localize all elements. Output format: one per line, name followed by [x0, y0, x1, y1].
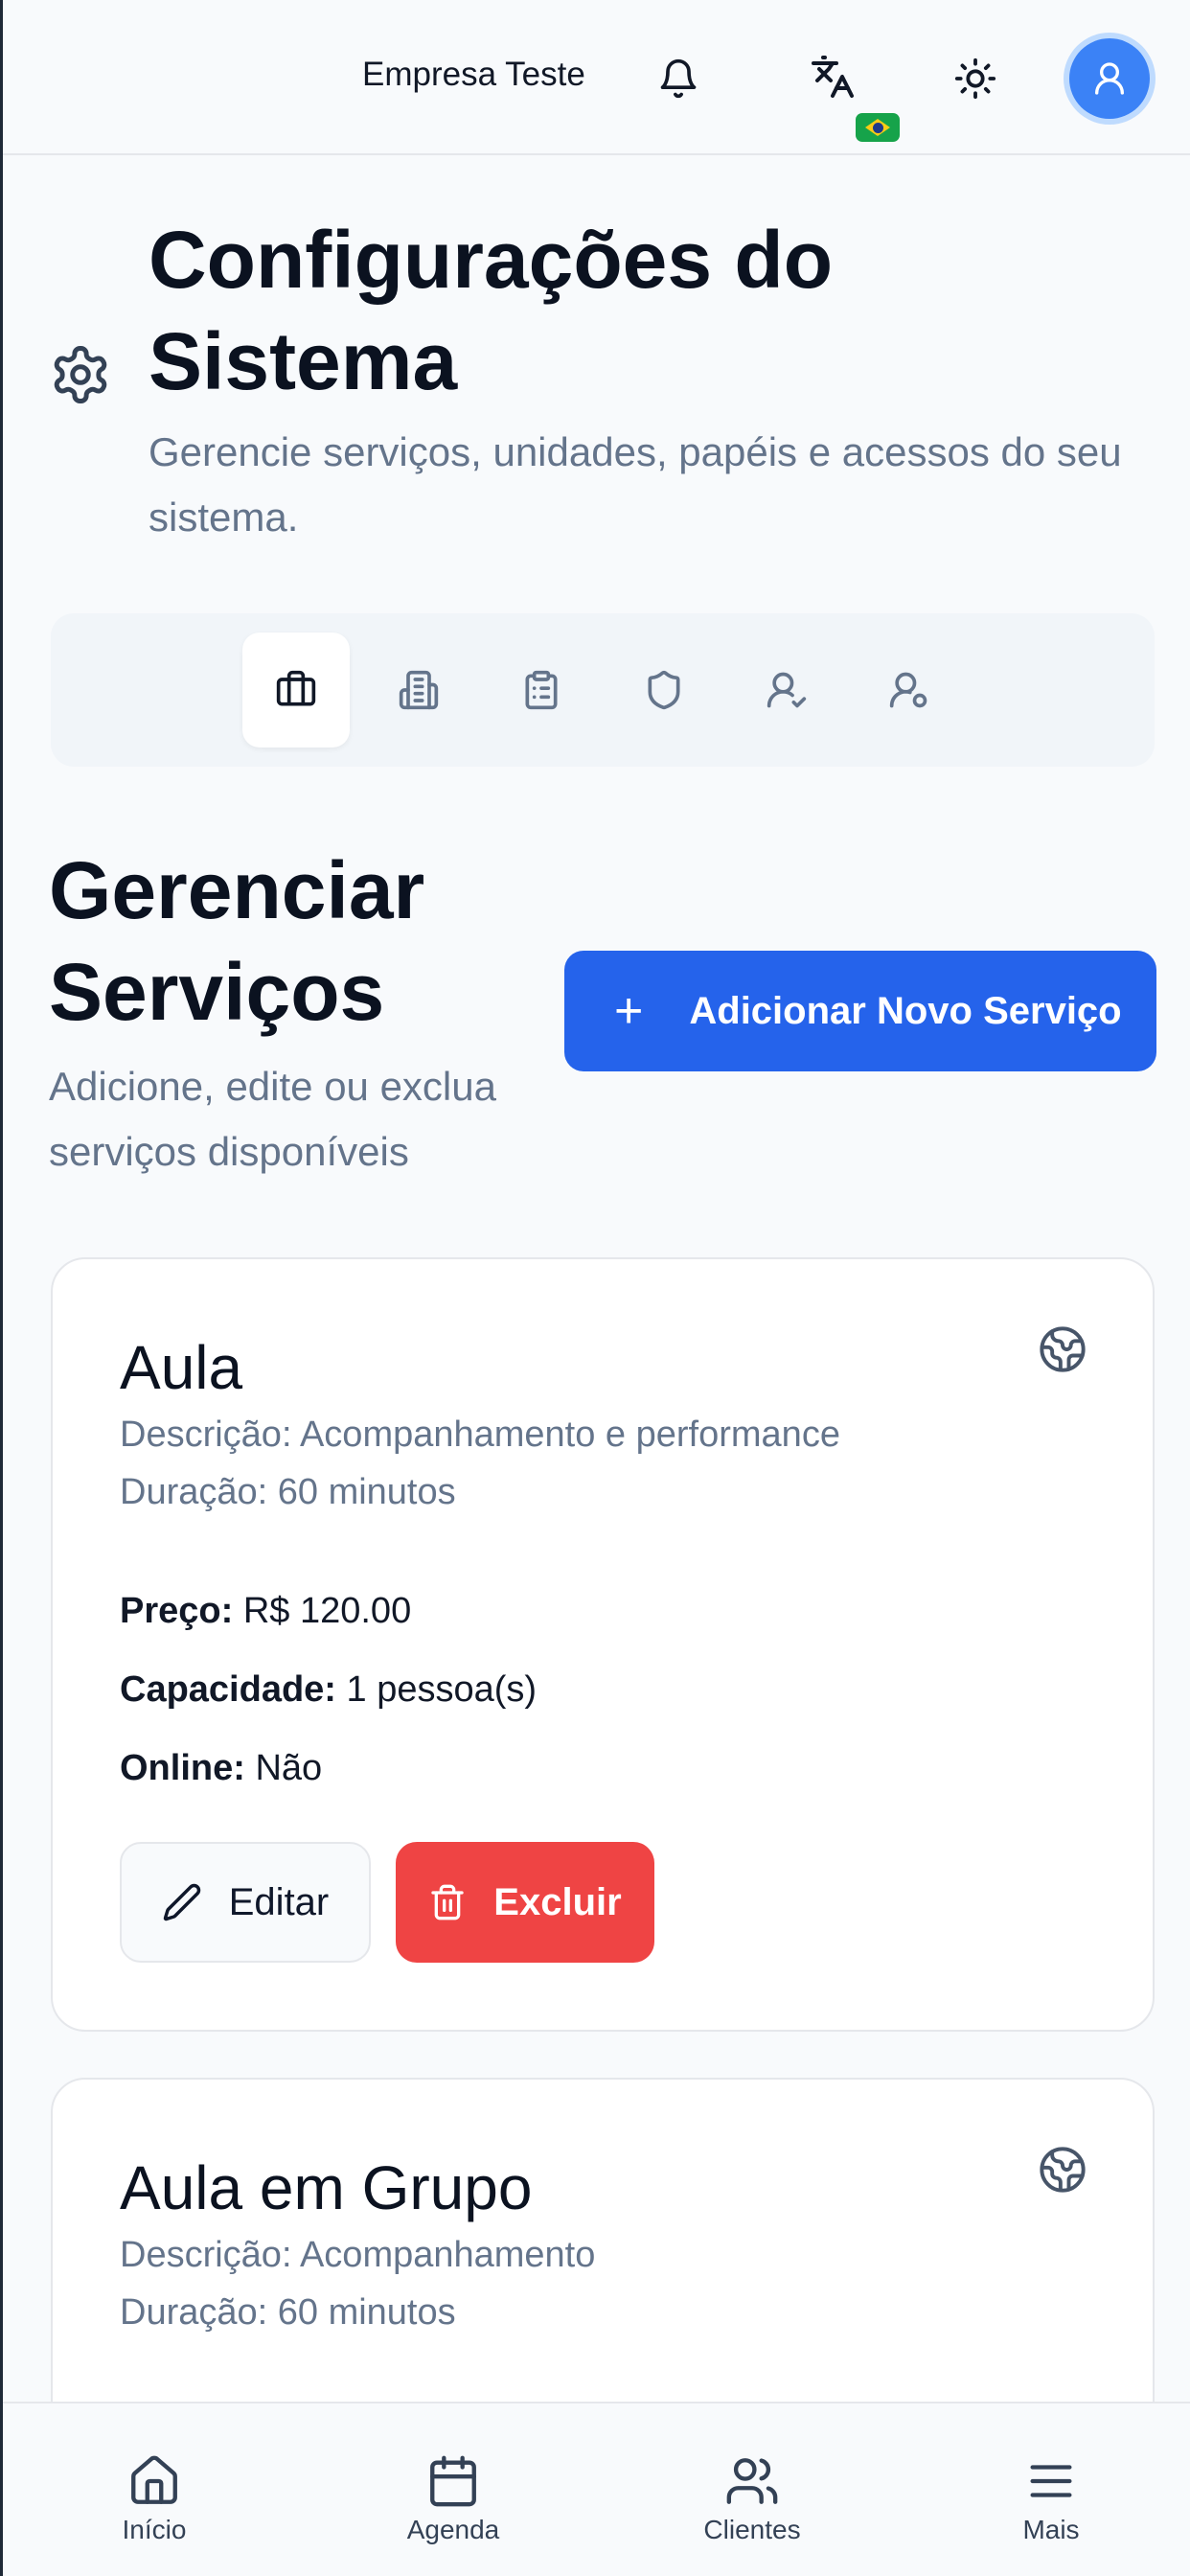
section-title: Gerenciar Serviços	[49, 845, 425, 1037]
users-icon	[726, 2458, 778, 2504]
nav-clients[interactable]: Clientes	[656, 2453, 848, 2545]
theme-toggle-sun-icon[interactable]	[947, 50, 1004, 107]
nav-home[interactable]: Início	[58, 2453, 250, 2545]
home-icon	[131, 2455, 177, 2504]
delete-button[interactable]: Excluir	[396, 1842, 654, 1963]
top-header: Empresa Teste	[3, 0, 1190, 155]
brazil-flag-icon	[856, 113, 900, 142]
service-description: Descrição: Acompanhamento	[120, 2235, 596, 2275]
service-duration: Duração: 60 minutos	[120, 1472, 456, 1512]
settings-tabs	[51, 613, 1155, 767]
service-name: Aula em Grupo	[120, 2153, 533, 2222]
avatar[interactable]	[1069, 38, 1150, 119]
bottom-nav: Início Agenda Clientes Mais	[3, 2402, 1190, 2576]
briefcase-icon	[276, 670, 316, 706]
service-description: Descrição: Acompanhamento e performance	[120, 1414, 840, 1455]
user-check-icon	[767, 672, 807, 708]
calendar-icon	[430, 2455, 476, 2507]
trash-icon	[431, 1884, 464, 1920]
tab-units[interactable]	[365, 632, 472, 748]
menu-icon	[1030, 2465, 1072, 2497]
globe-icon	[1038, 1324, 1087, 1374]
language-icon[interactable]	[804, 48, 861, 105]
page-subtitle: Gerencie serviços, unidades, papéis e ac…	[149, 429, 1122, 540]
tab-access[interactable]	[733, 632, 840, 748]
clipboard-icon	[525, 670, 558, 710]
add-service-button[interactable]: + Adicionar Novo Serviço	[564, 951, 1156, 1071]
bell-icon[interactable]	[650, 50, 707, 107]
building-icon	[399, 670, 439, 710]
globe-icon	[1038, 2145, 1087, 2195]
nav-schedule[interactable]: Agenda	[357, 2453, 549, 2545]
service-card: Aula Descrição: Acompanhamento e perform…	[51, 1257, 1155, 2032]
pencil-icon	[163, 1883, 200, 1921]
nav-more[interactable]: Mais	[955, 2453, 1147, 2545]
service-price: Preço: R$ 120.00	[120, 1591, 412, 1631]
user-settings-icon	[889, 672, 927, 708]
company-name[interactable]: Empresa Teste	[362, 56, 585, 94]
edit-button[interactable]: Editar	[120, 1842, 371, 1963]
service-online: Online: Não	[120, 1748, 323, 1788]
tab-services[interactable]	[242, 632, 350, 748]
tab-forms[interactable]	[488, 632, 595, 748]
gear-icon	[49, 343, 112, 406]
add-service-label: Adicionar Novo Serviço	[689, 989, 1122, 1032]
tab-roles[interactable]	[610, 632, 718, 748]
plus-icon: +	[614, 983, 644, 1039]
tab-user-settings[interactable]	[856, 632, 963, 748]
shield-icon	[648, 670, 680, 710]
service-duration: Duração: 60 minutos	[120, 2292, 456, 2333]
service-capacity: Capacidade: 1 pessoa(s)	[120, 1669, 538, 1710]
section-subtitle: Adicione, edite ou exclua serviços dispo…	[49, 1064, 496, 1174]
service-name: Aula	[120, 1333, 243, 1402]
page-title: Configurações do Sistema	[149, 215, 834, 406]
